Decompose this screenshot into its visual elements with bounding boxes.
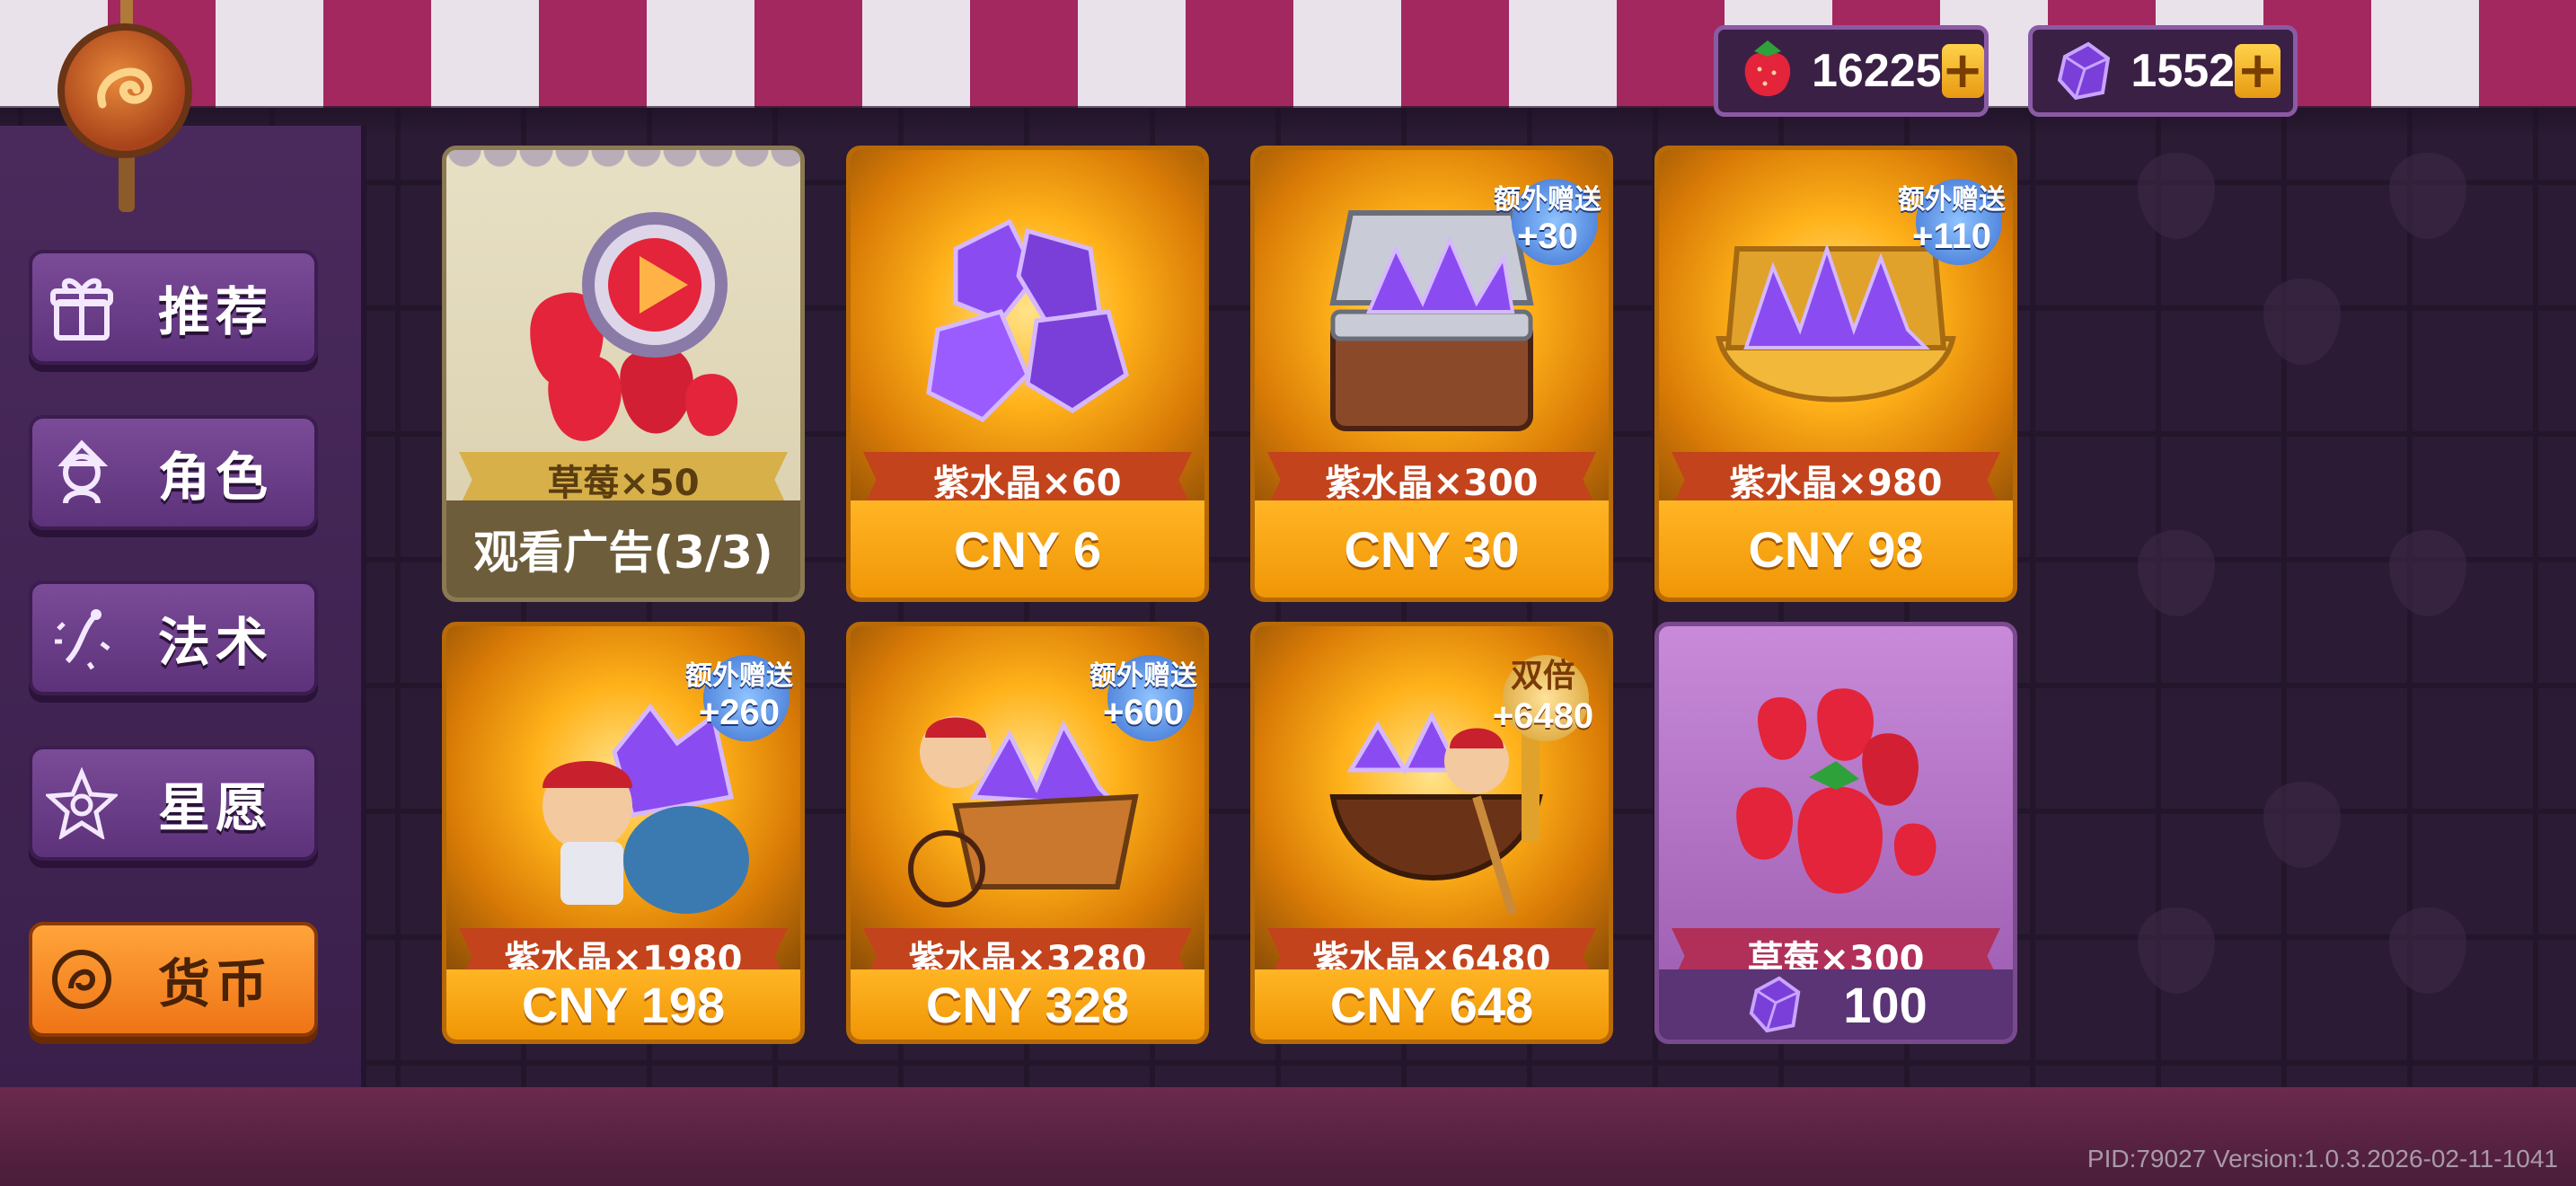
bonus-label: 额外赠送: [1898, 183, 2006, 216]
crystal-count: 1552: [2130, 45, 2236, 97]
shop-card-crystal-3280[interactable]: 紫水晶×3280 CNY 328 额外赠送 +600: [846, 622, 1209, 1044]
bonus-label: 额外赠送: [685, 659, 793, 692]
bonus-badge: 额外赠送 +260: [676, 639, 800, 747]
star-wish-icon: [41, 763, 122, 844]
price-button[interactable]: CNY 98: [1659, 500, 2013, 597]
bonus-value: +110: [1912, 216, 1991, 256]
bonus-badge: 额外赠送 +600: [1081, 639, 1204, 747]
crystal-balance: 1552 +: [2028, 25, 2298, 117]
sidebar-item-character[interactable]: 角色: [29, 415, 318, 530]
character-icon: [41, 432, 122, 513]
price-button[interactable]: CNY 198: [446, 969, 800, 1040]
double-bonus-badge: 双倍 +6480: [1476, 639, 1609, 747]
bonus-label: 额外赠送: [1494, 183, 1601, 216]
logo-medal-icon: [57, 23, 192, 158]
price-button[interactable]: CNY 648: [1255, 969, 1609, 1040]
shop-card-crystal-1980[interactable]: 紫水晶×1980 CNY 198 额外赠送 +260: [442, 622, 805, 1044]
strawberry-pile-icon: [446, 168, 800, 474]
bonus-badge: 额外赠送 +110: [1889, 163, 2013, 270]
shop-card-crystal-980[interactable]: 紫水晶×980 CNY 98 额外赠送 +110: [1654, 146, 2017, 602]
bonus-badge: 额外赠送 +30: [1485, 163, 1609, 270]
strawberry-balance: 16225 +: [1714, 25, 1989, 117]
sidebar-item-label: 推荐: [158, 281, 274, 342]
add-crystal-button[interactable]: +: [2235, 44, 2280, 98]
sidebar-item-star-wish[interactable]: 星愿: [29, 746, 318, 861]
bonus-value: +260: [698, 692, 781, 732]
sidebar-item-label: 货币: [158, 953, 274, 1014]
card-item-ribbon: 紫水晶×300: [1267, 452, 1596, 508]
sidebar-item-label: 角色: [158, 447, 274, 508]
card-item-ribbon: 草莓×50: [459, 452, 788, 508]
coin-icon: [41, 939, 122, 1020]
gift-icon: [41, 267, 122, 348]
category-sidebar: 推荐 角色 法术 星愿 货币: [0, 126, 366, 1096]
strawberry-count: 16225: [1812, 45, 1942, 97]
card-item-ribbon: 紫水晶×60: [863, 452, 1192, 508]
shop-card-crystal-300[interactable]: 紫水晶×300 CNY 30 额外赠送 +30: [1250, 146, 1613, 602]
game-logo[interactable]: [52, 0, 201, 212]
shop-card-strawberry-300[interactable]: 草莓×300 100: [1654, 622, 2017, 1044]
card-item-ribbon: 紫水晶×980: [1672, 452, 2000, 508]
purple-crystal-icon: [1744, 973, 1807, 1036]
bonus-value: +600: [1102, 692, 1185, 732]
price-button[interactable]: CNY 6: [851, 500, 1204, 597]
shop-card-crystal-6480[interactable]: 紫水晶×6480 CNY 648 双倍 +6480: [1250, 622, 1613, 1044]
strawberry-icon: [1736, 35, 1799, 107]
price-button[interactable]: CNY 328: [851, 969, 1204, 1040]
sidebar-item-label: 法术: [158, 612, 274, 673]
crystal-price-value: 100: [1843, 976, 1928, 1033]
bonus-label: 双倍: [1510, 657, 1575, 695]
add-strawberry-button[interactable]: +: [1941, 44, 1984, 98]
version-label: PID:79027 Version:1.0.3.2026-02-11-1041: [2086, 1145, 2558, 1173]
price-button[interactable]: CNY 30: [1255, 500, 1609, 597]
sidebar-item-label: 星愿: [158, 777, 274, 838]
bonus-value: +6480: [1492, 695, 1594, 736]
bonus-value: +30: [1517, 216, 1578, 256]
purple-crystal-icon: [2051, 35, 2118, 107]
sidebar-item-recommend[interactable]: 推荐: [29, 250, 318, 365]
crystal-cluster-icon: [851, 168, 1204, 474]
sidebar-item-currency[interactable]: 货币: [29, 922, 318, 1037]
bonus-label: 额外赠送: [1090, 659, 1197, 692]
spell-icon: [41, 597, 122, 678]
watch-ad-button[interactable]: 观看广告(3/3): [446, 500, 800, 597]
strawberry-bunch-icon: [1659, 644, 2013, 950]
sidebar-item-spell[interactable]: 法术: [29, 580, 318, 695]
crystal-price-button[interactable]: 100: [1659, 969, 2013, 1040]
shop-card-crystal-60[interactable]: 紫水晶×60 CNY 6: [846, 146, 1209, 602]
shop-card-watch-ad[interactable]: 草莓×50 观看广告(3/3): [442, 146, 805, 602]
